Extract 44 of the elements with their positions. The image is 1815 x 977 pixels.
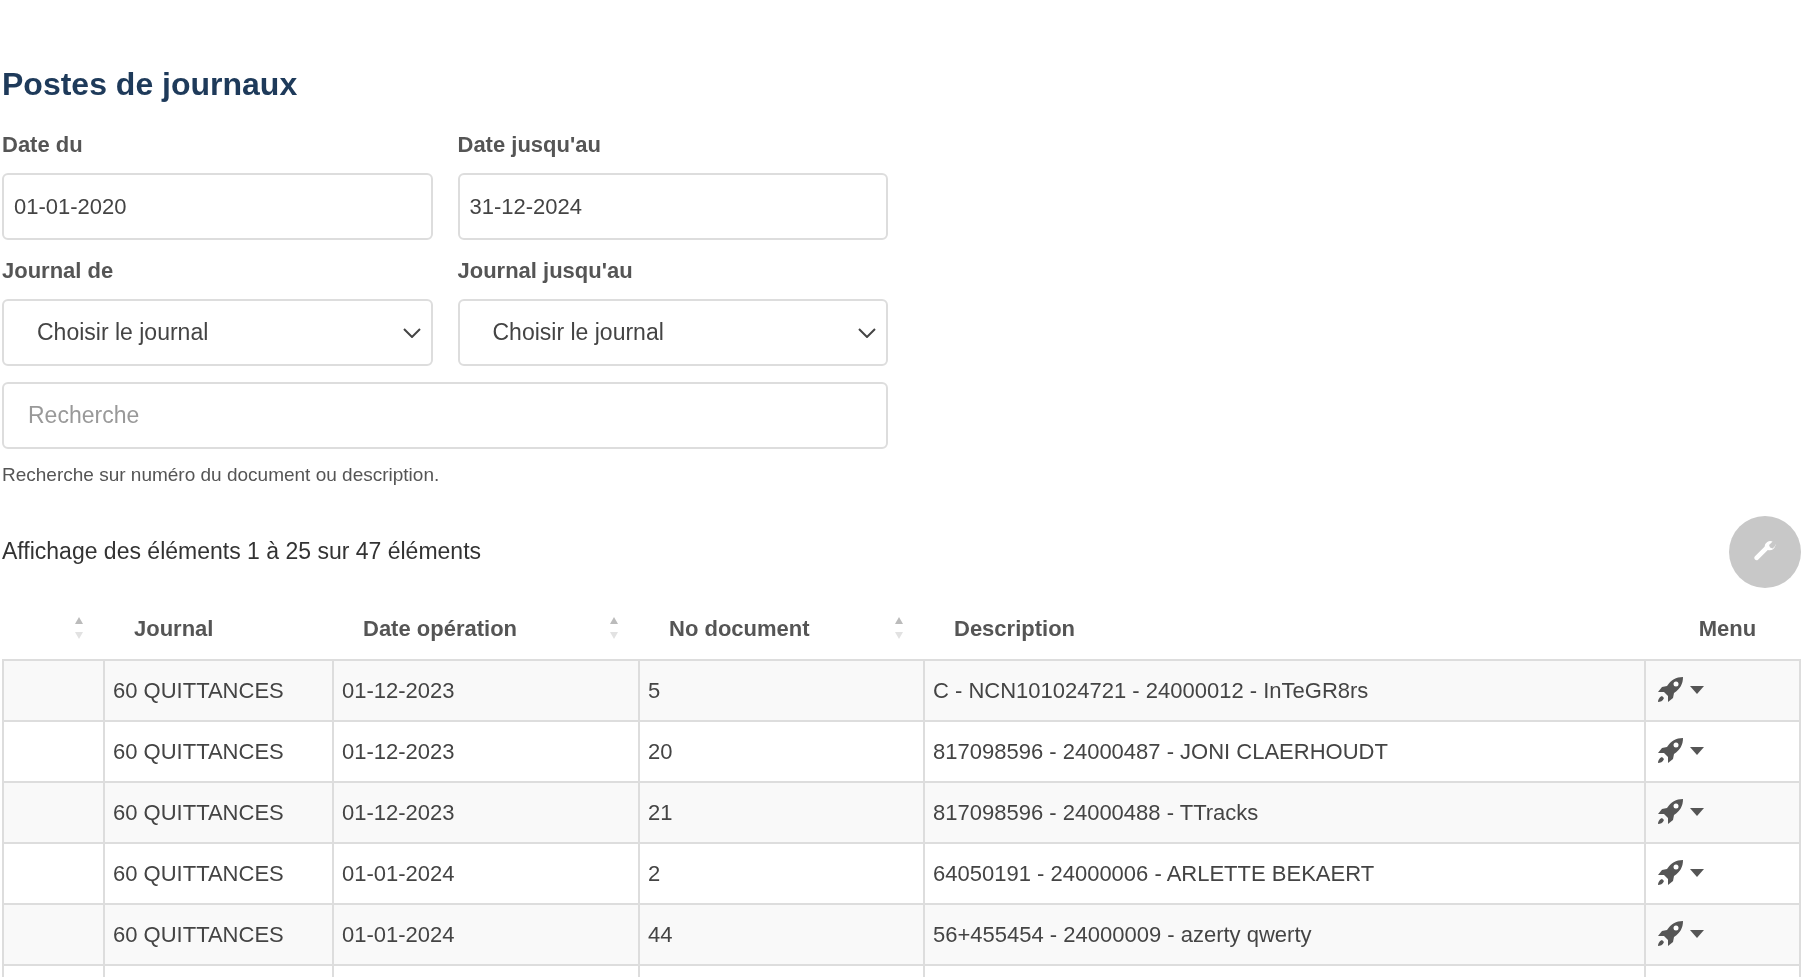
journal-dropdown[interactable]: Choisir le journal [457, 299, 888, 366]
table-cell: 817098596 - 24000487 - JONI CLAERHOUDT [924, 720, 1645, 782]
caret-icon [1690, 808, 1704, 816]
page-title: Postes de journaux [2, 68, 299, 100]
search-field[interactable]: Recherche [2, 382, 888, 449]
table-cell: 60 QUITTANCES [104, 842, 333, 904]
chevron-down-icon [858, 327, 876, 338]
table-cell: 01-01-2024 [333, 842, 639, 904]
table-cell: 2 [639, 842, 924, 904]
results-summary: Affichage des éléments 1 à 25 sur 47 éléments [2, 537, 482, 567]
help-text: Recherche sur numéro du document ou description. [2, 463, 441, 487]
caret-icon [1690, 869, 1704, 877]
table-cell: 5 [639, 659, 924, 721]
table-cell: 01-12-2023 [333, 781, 639, 843]
table-cell: 01-12-2023 [333, 720, 639, 782]
chevron-down-icon [402, 327, 421, 338]
table-cell: 21 [639, 781, 924, 843]
table-cell: 60 QUITTANCES [104, 903, 333, 965]
caret-icon [1690, 930, 1704, 938]
journal-dropdown[interactable]: Choisir le journal [2, 299, 433, 366]
table-cell: 60 QUITTANCES [104, 659, 333, 721]
table-cell: 60 QUITTANCES [104, 781, 333, 843]
caret-icon [1690, 686, 1704, 694]
column-header: Menu [1698, 614, 1757, 643]
field-label: Date jusqu'au [457, 131, 602, 159]
table-cell: C - NCN101024721 - 24000012 - InTeGR8rs [924, 659, 1645, 721]
field-label: Journal de [2, 257, 115, 285]
column-header[interactable]: No document [669, 611, 810, 645]
table-cell: 64050191 - 24000006 - ARLETTE BEKAERT [924, 842, 1645, 904]
date-field[interactable]: 31-12-2024 [457, 173, 888, 240]
column-header: Description [954, 614, 1076, 643]
field-label: Date du [2, 131, 84, 159]
table-cell: 01-01-2024 [333, 903, 639, 965]
field-label: Journal jusqu'au [457, 257, 634, 285]
column-header[interactable]: Date opération [363, 611, 518, 645]
column-header: Journal [134, 614, 214, 643]
table-cell: 20 [639, 720, 924, 782]
table-cell: 44 [639, 903, 924, 965]
caret-icon [1690, 747, 1704, 755]
table-cell: 01-12-2023 [333, 659, 639, 721]
date-field[interactable]: 01-01-2020 [2, 173, 433, 240]
table-cell: 56+455454 - 24000009 - azerty qwerty [924, 903, 1645, 965]
table-cell: 817098596 - 24000488 - TTracks [924, 781, 1645, 843]
table-cell: 60 QUITTANCES [104, 720, 333, 782]
